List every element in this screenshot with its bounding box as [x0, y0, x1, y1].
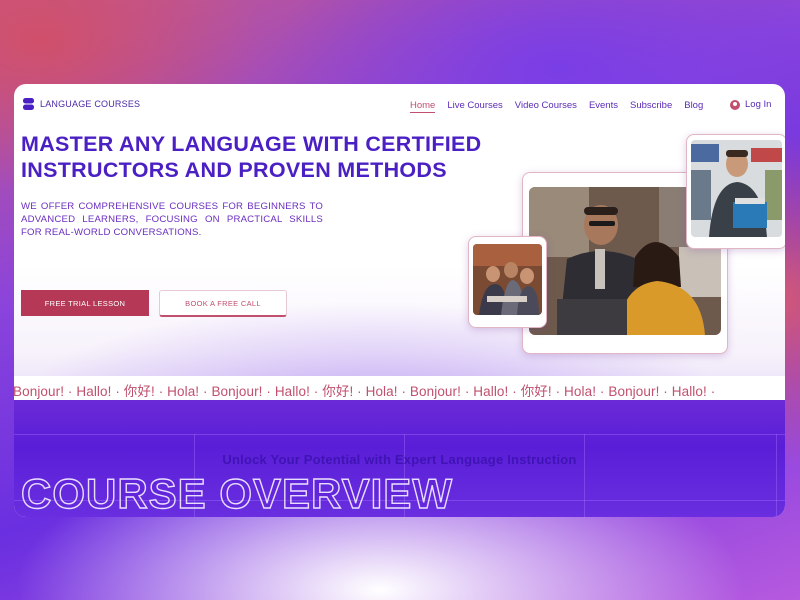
user-icon: [730, 99, 740, 110]
nav-item-video-courses[interactable]: Video Courses: [515, 100, 577, 113]
login-label: Log In: [745, 99, 772, 110]
grid-line: [776, 434, 777, 517]
nav-item-live-courses[interactable]: Live Courses: [447, 100, 502, 113]
brand-logo[interactable]: LANGUAGE COURSES: [23, 98, 140, 110]
main-nav: Home Live Courses Video Courses Events S…: [410, 100, 703, 113]
grid-line: [14, 434, 785, 435]
nav-item-events[interactable]: Events: [589, 100, 618, 113]
nav-item-subscribe[interactable]: Subscribe: [630, 100, 672, 113]
small-photo-frame: [468, 236, 547, 328]
nav-item-home[interactable]: Home: [410, 100, 436, 113]
hero-headline-line-1: MASTER ANY LANGUAGE WITH CERTIFIED: [21, 132, 482, 156]
grid-line: [584, 434, 585, 517]
ticker-text: Bonjour! · Hallo! · 你好! · Hola! · Bonjou…: [14, 384, 716, 399]
login-link[interactable]: Log In: [730, 99, 771, 110]
greetings-ticker: Bonjour! · Hallo! · 你好! · Hola! · Bonjou…: [14, 376, 785, 400]
group-study-photo: [473, 244, 542, 315]
overview-subtitle: Unlock Your Potential with Expert Langua…: [222, 452, 577, 467]
hero-description: WE OFFER COMPREHENSIVE COURSES FOR BEGIN…: [21, 201, 323, 238]
overview-title: COURSE OVERVIEW: [20, 469, 453, 517]
free-trial-button[interactable]: FREE TRIAL LESSON: [21, 290, 149, 316]
top-photo-frame: [686, 134, 785, 249]
brand-logo-icon: [23, 98, 34, 110]
website-card: LANGUAGE COURSES Home Live Courses Video…: [14, 84, 785, 517]
student-books-photo: [691, 140, 782, 237]
brand-name: LANGUAGE COURSES: [40, 99, 141, 109]
book-call-button[interactable]: BOOK A FREE CALL: [159, 290, 287, 317]
hero-headline-line-2: INSTRUCTORS AND PROVEN METHODS: [21, 158, 447, 182]
nav-item-blog[interactable]: Blog: [684, 100, 703, 113]
hero-headline: MASTER ANY LANGUAGE WITH CERTIFIED INSTR…: [21, 131, 521, 183]
